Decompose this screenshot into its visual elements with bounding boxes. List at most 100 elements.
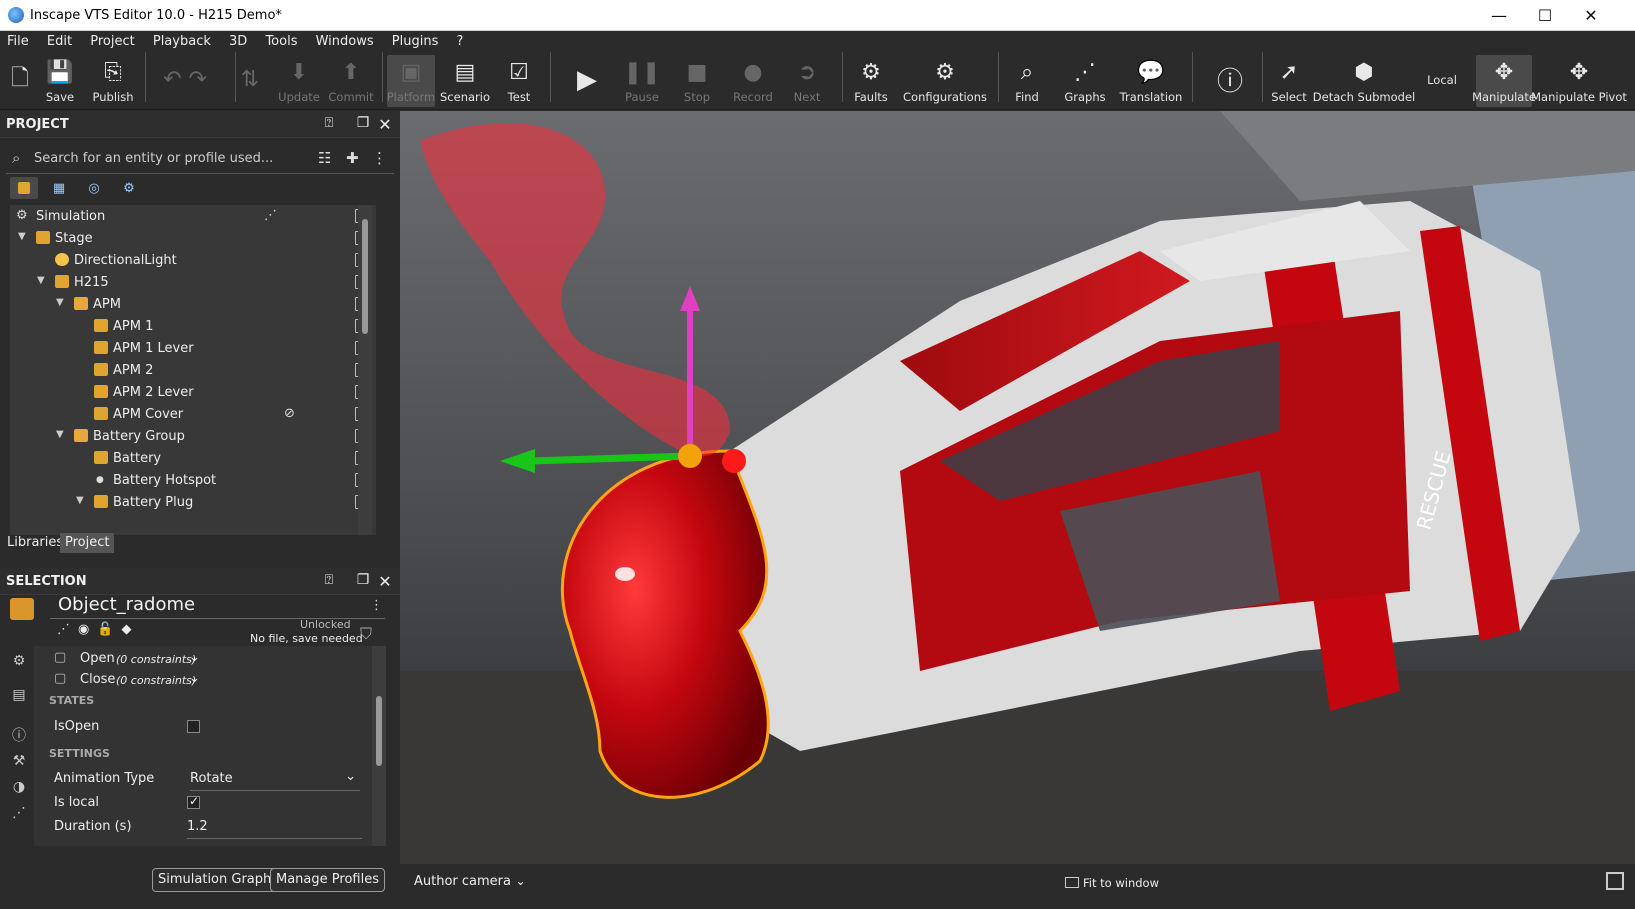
tree-row-battery-plug[interactable]: ▼ Battery Plug [10, 491, 376, 514]
test-button[interactable]: ☑ Test [500, 55, 538, 107]
close-action-row[interactable]: ▢ Close (0 constraints) ⌄ [34, 669, 374, 691]
platform-button[interactable]: ▣ Platform [387, 55, 435, 107]
is-local-checkbox[interactable] [187, 794, 200, 809]
tree-row-battery-hotspot[interactable]: ● Battery Hotspot [10, 469, 376, 492]
filter-search-icon[interactable]: ⚙ [115, 177, 143, 199]
filter-settings-icon[interactable]: ☷ [318, 149, 331, 167]
tree-row-apm-2-lever[interactable]: APM 2 Lever [10, 381, 376, 404]
commit-button[interactable]: ⬆ Commit [328, 55, 374, 107]
more-options-icon[interactable]: ⋮ [370, 598, 383, 613]
tag-icon[interactable]: ◆ [122, 622, 140, 637]
graphs-button[interactable]: ⋰ Graphs [1064, 55, 1106, 107]
tree-row-apm[interactable]: ▼ APM [10, 293, 376, 316]
tree-row-directionallight[interactable]: DirectionalLight [10, 249, 376, 272]
more-options-icon[interactable]: ⋮ [372, 149, 387, 167]
undo-redo-group[interactable]: ↶ ↷ [150, 55, 220, 107]
open-action-row[interactable]: ▢ Open (0 constraints) ⌄ [34, 648, 374, 670]
translation-button[interactable]: 💬 Translation [1120, 55, 1183, 107]
tree-row-apm-cover[interactable]: APM Cover ⊘ [10, 403, 376, 426]
behavior-icon[interactable]: ▤ [10, 687, 28, 705]
filter-entities-icon[interactable] [10, 177, 38, 199]
tree-row-stage[interactable]: ▼ Stage [10, 227, 376, 250]
menu-project[interactable]: Project [83, 31, 141, 49]
project-tree-scrollbar[interactable] [358, 205, 372, 535]
tree-row-apm-1[interactable]: APM 1 [10, 315, 376, 338]
sync-button[interactable]: ⇅ [240, 55, 260, 107]
eye-icon[interactable]: ◉ [78, 622, 97, 637]
info-icon[interactable]: ⓘ [10, 725, 28, 744]
record-button[interactable]: ● Record [728, 55, 778, 107]
find-button[interactable]: ⌕ Find [1010, 55, 1044, 107]
manage-profiles-button[interactable]: Manage Profiles [270, 868, 385, 892]
fullscreen-icon[interactable] [1606, 872, 1624, 890]
graph-icon[interactable]: ⋰ [10, 805, 28, 823]
help-button[interactable]: ⓘ [1207, 55, 1253, 107]
menu-windows[interactable]: Windows [309, 31, 381, 49]
animation-type-dropdown[interactable]: Rotate ⌄ [190, 769, 360, 791]
scrollbar-thumb[interactable] [362, 219, 368, 334]
tools-icon[interactable]: ⚒ [10, 753, 28, 771]
chevron-down-icon[interactable]: ▼ [18, 231, 26, 242]
hidden-eye-icon[interactable]: ⊘ [284, 406, 295, 421]
gizmo-x-axis[interactable] [529, 452, 691, 465]
close-window-button[interactable]: ✕ [1568, 0, 1614, 31]
manipulate-pivot-button[interactable]: ✥ Manipulate Pivot [1531, 55, 1627, 107]
menu-plugins[interactable]: Plugins [385, 31, 446, 49]
gizmo-z-handle[interactable] [722, 449, 746, 473]
lock-icon[interactable]: 🔓 [97, 622, 121, 637]
menu-file[interactable]: File [0, 31, 36, 49]
faults-button[interactable]: ⚙ Faults [850, 55, 892, 107]
close-icon[interactable]: ✕ [376, 115, 394, 134]
menu-help[interactable]: ? [450, 31, 471, 49]
fit-to-window-button[interactable]: Fit to window [1065, 876, 1159, 890]
tree-row-simulation[interactable]: ⚙ Simulation ⋰ [10, 205, 376, 228]
simulation-graph-button[interactable]: Simulation Graph [152, 868, 278, 892]
search-input[interactable]: Search for an entity or profile used... [34, 151, 273, 166]
manipulate-button[interactable]: ✥ Manipulate [1472, 55, 1536, 107]
tree-row-apm-1-lever[interactable]: APM 1 Lever [10, 337, 376, 360]
menu-tools[interactable]: Tools [258, 31, 304, 49]
configurations-button[interactable]: ⚙ Configurations [903, 55, 987, 107]
next-button[interactable]: ➲ Next [787, 55, 827, 107]
tree-row-h215[interactable]: ▼ H215 [10, 271, 376, 294]
tree-row-battery-group[interactable]: ▼ Battery Group [10, 425, 376, 448]
graph-icon[interactable]: ⋰ [57, 622, 78, 637]
scenario-button[interactable]: ▤ Scenario [440, 55, 490, 107]
add-icon[interactable]: ✚ [346, 149, 359, 167]
gizmo-center[interactable] [678, 444, 702, 468]
camera-dropdown[interactable]: Author camera ⌄ [414, 874, 526, 889]
shield-icon[interactable]: ⛉ [360, 624, 372, 644]
menu-playback[interactable]: Playback [146, 31, 218, 49]
properties-scrollbar[interactable] [372, 646, 386, 846]
menu-edit[interactable]: Edit [40, 31, 79, 49]
new-file-button[interactable]: 🗋 [6, 55, 34, 107]
play-button[interactable]: ▶ [564, 55, 610, 107]
graph-icon[interactable]: ⋰ [264, 208, 277, 223]
3d-viewport[interactable]: RESCUE [400, 111, 1635, 864]
scrollbar-thumb[interactable] [376, 696, 382, 766]
select-button[interactable]: ➚ Select [1271, 55, 1306, 107]
publish-button[interactable]: ⎘ Publish [90, 55, 136, 107]
chevron-down-icon[interactable]: ⌄ [189, 650, 200, 665]
stop-button[interactable]: ■ Stop [675, 55, 719, 107]
pause-button[interactable]: ❚❚ Pause [620, 55, 664, 107]
chevron-down-icon[interactable]: ⌄ [189, 671, 200, 686]
tab-libraries[interactable]: Libraries [2, 533, 68, 553]
tab-project[interactable]: Project [60, 533, 115, 553]
save-button[interactable]: 💾 Save [40, 55, 80, 107]
is-open-checkbox[interactable] [187, 720, 200, 733]
help-icon[interactable]: ⍰ [320, 572, 338, 590]
space-dropdown[interactable]: Local [1418, 55, 1466, 107]
chevron-down-icon[interactable]: ▼ [56, 429, 64, 440]
gear-icon[interactable]: ⚙ [10, 653, 28, 671]
minimize-button[interactable]: — [1476, 0, 1522, 31]
tree-row-apm-2[interactable]: APM 2 [10, 359, 376, 382]
chevron-down-icon[interactable]: ▼ [76, 495, 84, 506]
maximize-button[interactable]: ☐ [1522, 0, 1568, 31]
menu-3d[interactable]: 3D [222, 31, 254, 49]
duration-input[interactable]: 1.2 [187, 819, 362, 839]
filter-views-icon[interactable]: ◎ [80, 177, 108, 199]
filter-profiles-icon[interactable]: ▦ [45, 177, 73, 199]
material-icon[interactable]: ◑ [10, 779, 28, 797]
update-button[interactable]: ⬇ Update [277, 55, 321, 107]
